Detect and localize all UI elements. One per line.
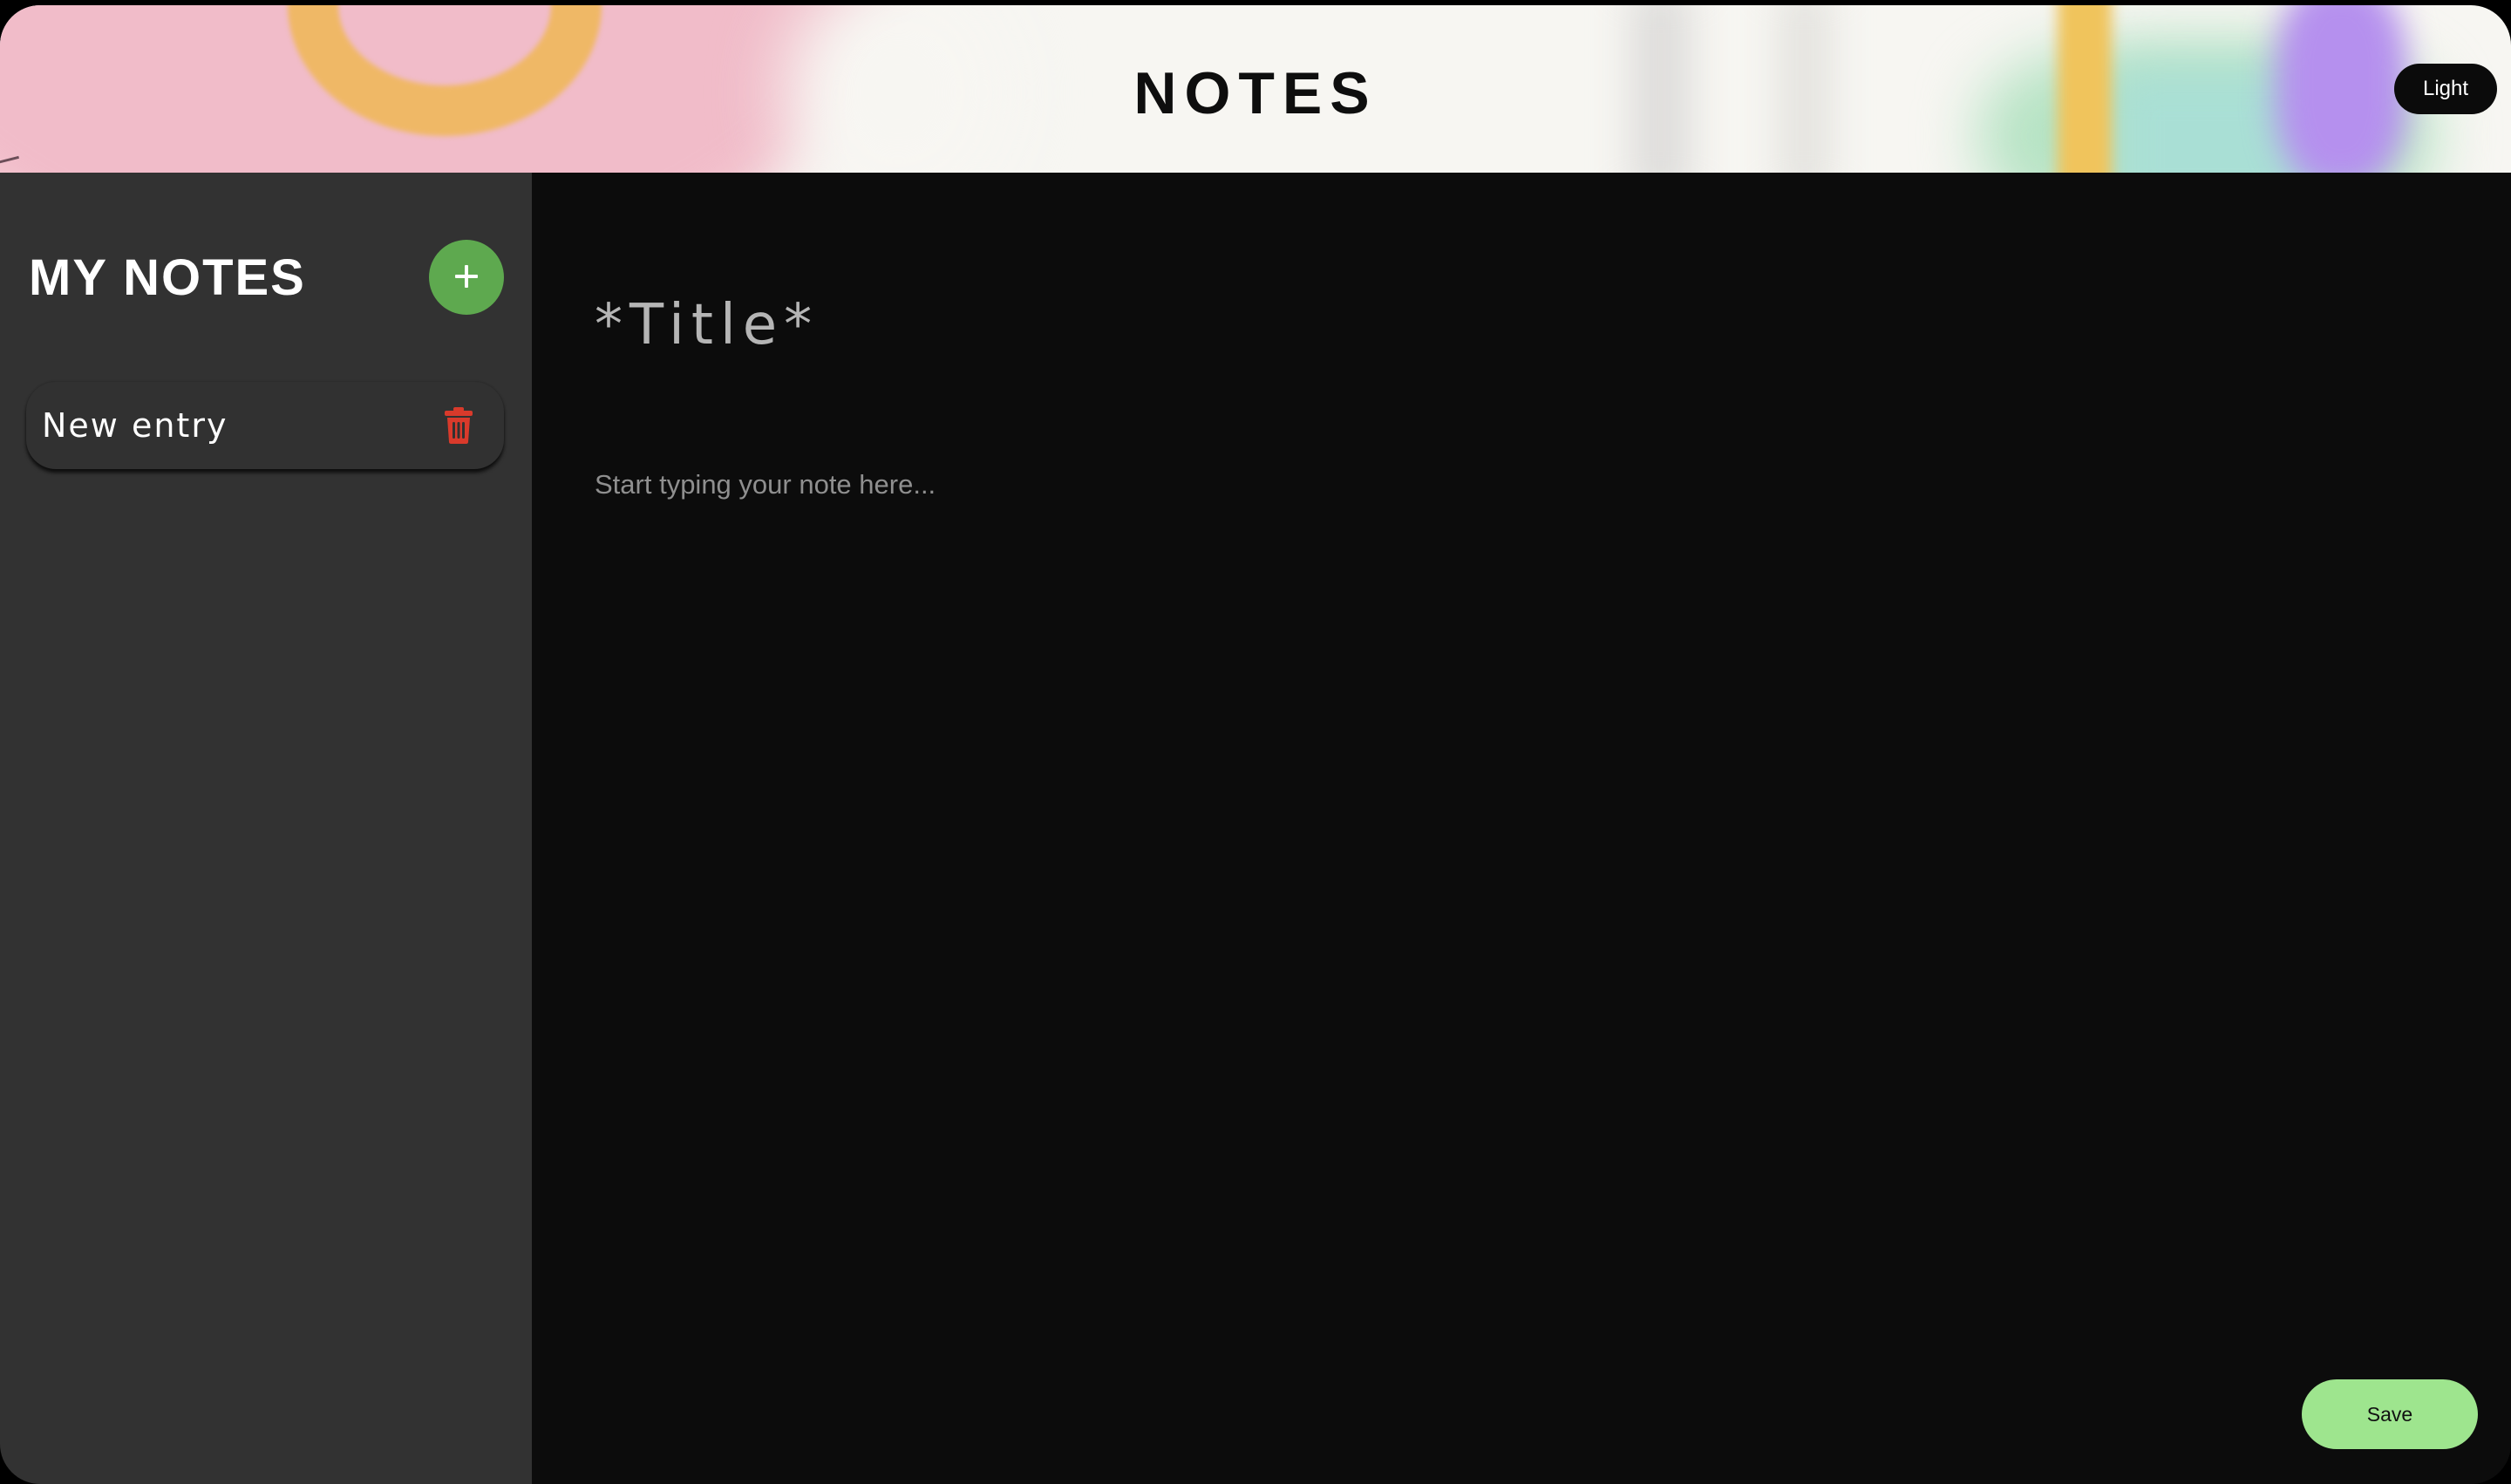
header-decoration bbox=[0, 155, 19, 165]
note-body-textarea[interactable] bbox=[595, 466, 2443, 1381]
note-title-input[interactable] bbox=[595, 286, 1990, 364]
plus-icon bbox=[453, 262, 480, 293]
add-note-button[interactable] bbox=[429, 240, 504, 315]
note-list-item[interactable]: New entry bbox=[26, 382, 504, 469]
note-item-label: New entry bbox=[42, 406, 228, 445]
app-header: NOTES Light bbox=[0, 5, 2511, 173]
note-editor: Save bbox=[532, 173, 2511, 1484]
app-window: NOTES Light MY NOTES New entry *Title* S… bbox=[0, 5, 2511, 1484]
theme-toggle-button[interactable]: Light bbox=[2394, 64, 2497, 114]
save-button[interactable]: Save bbox=[2302, 1379, 2478, 1449]
delete-note-button[interactable] bbox=[436, 399, 481, 453]
app-title: NOTES bbox=[1133, 60, 1378, 126]
trash-icon bbox=[444, 406, 473, 447]
sidebar-title: MY NOTES bbox=[29, 249, 306, 306]
notes-sidebar: MY NOTES New entry bbox=[0, 173, 532, 1484]
